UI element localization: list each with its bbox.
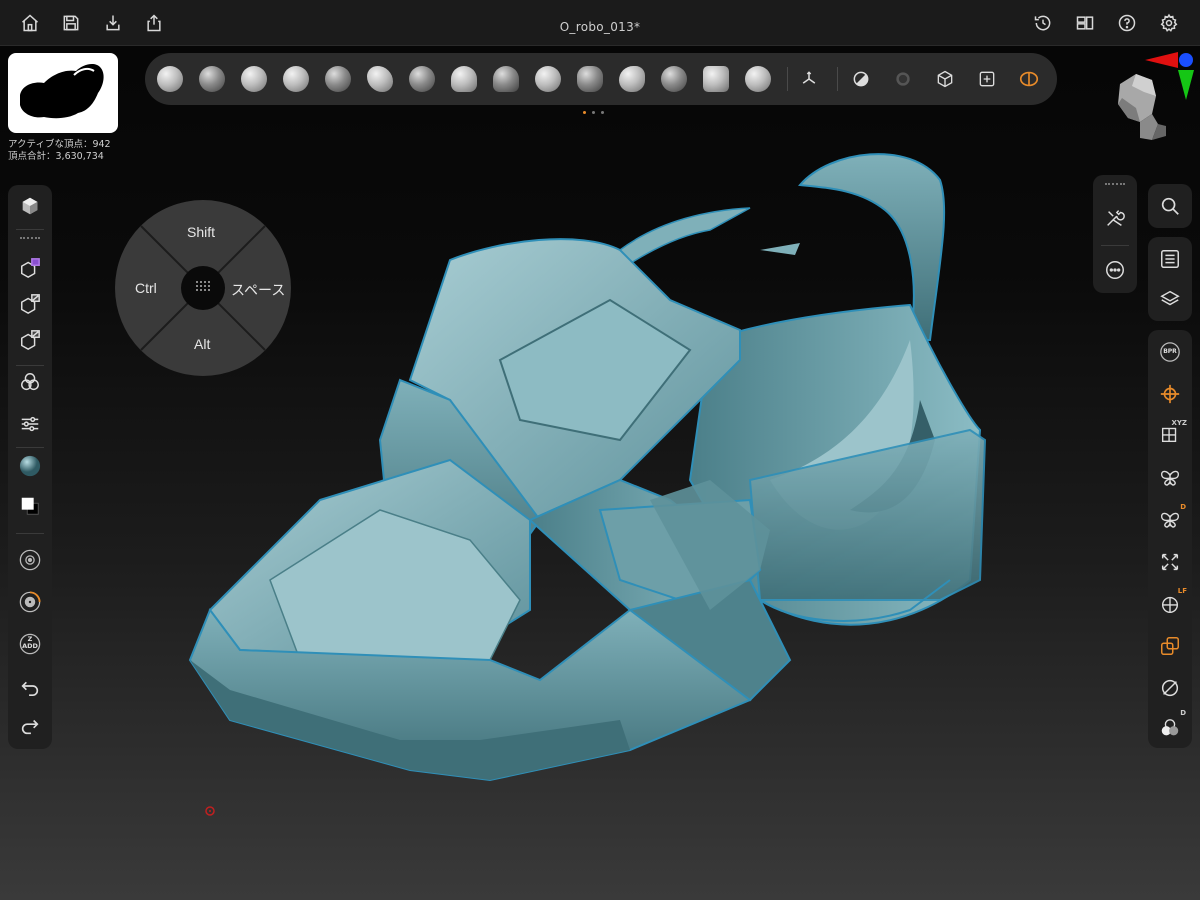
settings-icon[interactable] — [1155, 9, 1183, 37]
brush-size-dial-icon[interactable] — [15, 545, 45, 575]
transform-gizmo-icon[interactable] — [797, 67, 821, 91]
menu-list-icon[interactable] — [1155, 244, 1185, 274]
brush-trim-icon[interactable] — [451, 66, 477, 92]
lf-badge: LF — [1177, 587, 1187, 595]
history-icon[interactable] — [1029, 9, 1057, 37]
polygroup-icon[interactable] — [15, 253, 45, 283]
move-pivot-icon[interactable] — [1155, 379, 1185, 409]
brush-pinch-icon[interactable] — [409, 66, 435, 92]
alt-key-button[interactable]: Alt — [194, 336, 210, 352]
view-toolbar: BPR XYZ D LF D — [1148, 330, 1192, 748]
brush-polish-icon[interactable] — [535, 66, 561, 92]
page-dot-2[interactable] — [592, 111, 595, 114]
vertex-stats: アクティブな頂点：942 頂点合計：3,630,734 — [8, 139, 111, 163]
model-thumbnail[interactable] — [8, 53, 118, 133]
tool-options-panel — [1093, 175, 1137, 293]
brush-intensity-dial-icon[interactable] — [15, 587, 45, 617]
zadd-toggle-button[interactable]: Z ADD — [15, 629, 45, 659]
brush-clay-icon[interactable] — [199, 66, 225, 92]
layout-icon[interactable] — [1071, 9, 1099, 37]
zadd-label: Z ADD — [22, 635, 38, 650]
active-vertices: アクティブな頂点：942 — [8, 139, 111, 150]
brush-standard-icon[interactable] — [157, 66, 183, 92]
cube-icon[interactable] — [933, 67, 957, 91]
radial-center-button — [181, 266, 225, 310]
hide-icon[interactable] — [15, 325, 45, 355]
bpr-label: BPR — [1163, 348, 1177, 355]
fit-view-icon[interactable] — [1155, 547, 1185, 577]
page-dot-1[interactable] — [583, 111, 586, 114]
y-axis-icon — [1178, 70, 1194, 100]
solo-icon[interactable] — [1155, 673, 1185, 703]
polyframe-icon[interactable]: D — [1155, 709, 1186, 743]
panel-separator — [1101, 245, 1129, 246]
brush-mesh-icon[interactable] — [661, 66, 687, 92]
frame-icon[interactable] — [975, 67, 999, 91]
brush-hpolish-icon[interactable] — [619, 66, 645, 92]
left-separator — [16, 533, 44, 534]
drag-handle[interactable] — [20, 237, 40, 241]
symmetry-mode-icon[interactable] — [1017, 67, 1041, 91]
mask-visibility-icon[interactable] — [15, 289, 45, 319]
left-separator — [16, 447, 44, 448]
x-axis-icon — [1145, 52, 1178, 68]
bpr-render-button[interactable]: BPR — [1155, 337, 1185, 367]
search-icon[interactable] — [1155, 191, 1185, 221]
floor-grid-icon[interactable]: XYZ — [1155, 419, 1187, 449]
left-separator — [16, 365, 44, 366]
tools-icon[interactable] — [1100, 203, 1130, 233]
perspective-icon[interactable]: LF — [1155, 587, 1187, 619]
d2-badge: D — [1180, 709, 1186, 717]
head-icon — [1118, 74, 1166, 140]
brush-flatten-icon[interactable] — [493, 66, 519, 92]
menu-panel — [1148, 237, 1192, 321]
dynamesh-icon[interactable] — [15, 367, 45, 397]
d-badge: D — [1180, 503, 1186, 511]
material-icon[interactable] — [849, 67, 873, 91]
more-options-icon[interactable] — [1100, 255, 1130, 285]
xyz-badge: XYZ — [1171, 419, 1187, 427]
silhouette-icon — [20, 64, 104, 119]
brush-spiral-icon[interactable] — [745, 66, 771, 92]
brush-separator — [787, 67, 788, 91]
brush-damstandard-icon[interactable] — [367, 66, 393, 92]
brush-pager[interactable] — [583, 111, 604, 114]
document-title: O_robo_013* — [559, 20, 641, 34]
brush-smooth-icon[interactable] — [241, 66, 267, 92]
brush-inflate-icon[interactable] — [325, 66, 351, 92]
view-gizmo[interactable] — [1100, 52, 1196, 152]
search-panel — [1148, 184, 1192, 228]
modifier-radial-menu: Shift Ctrl スペース Alt — [114, 199, 292, 377]
layers-icon[interactable] — [1155, 284, 1185, 314]
subtool-icon[interactable] — [15, 191, 45, 221]
help-icon[interactable] — [1113, 9, 1141, 37]
brush-toolbar — [145, 53, 1057, 105]
brush-move-icon[interactable] — [283, 66, 309, 92]
undo-icon[interactable] — [15, 671, 45, 701]
color-swatch-icon[interactable] — [15, 491, 45, 521]
transparency-icon[interactable] — [1155, 631, 1185, 661]
brush-snakehook-icon[interactable] — [577, 66, 603, 92]
left-separator — [16, 229, 44, 230]
left-toolbar: Z ADD — [8, 185, 52, 749]
drag-handle[interactable] — [1105, 183, 1125, 187]
ctrl-key-button[interactable]: Ctrl — [135, 280, 157, 296]
total-vertices: 頂点合計：3,630,734 — [8, 151, 104, 162]
mask-icon[interactable] — [891, 67, 915, 91]
shift-key-button[interactable]: Shift — [187, 224, 215, 240]
page-dot-3[interactable] — [601, 111, 604, 114]
symmetry-butterfly-icon[interactable] — [1155, 463, 1185, 493]
z-axis-icon — [1179, 53, 1193, 67]
matcap-sphere-icon[interactable] — [15, 451, 45, 481]
redo-icon[interactable] — [15, 711, 45, 741]
adjust-sliders-icon[interactable] — [15, 409, 45, 439]
space-key-button[interactable]: スペース — [231, 280, 285, 300]
symmetry-dynamic-icon[interactable]: D — [1155, 503, 1186, 535]
brush-chisel-icon[interactable] — [703, 66, 729, 92]
pivot-marker-icon — [204, 802, 216, 816]
top-bar: O_robo_013* — [0, 0, 1200, 46]
tool-separator — [837, 67, 838, 91]
